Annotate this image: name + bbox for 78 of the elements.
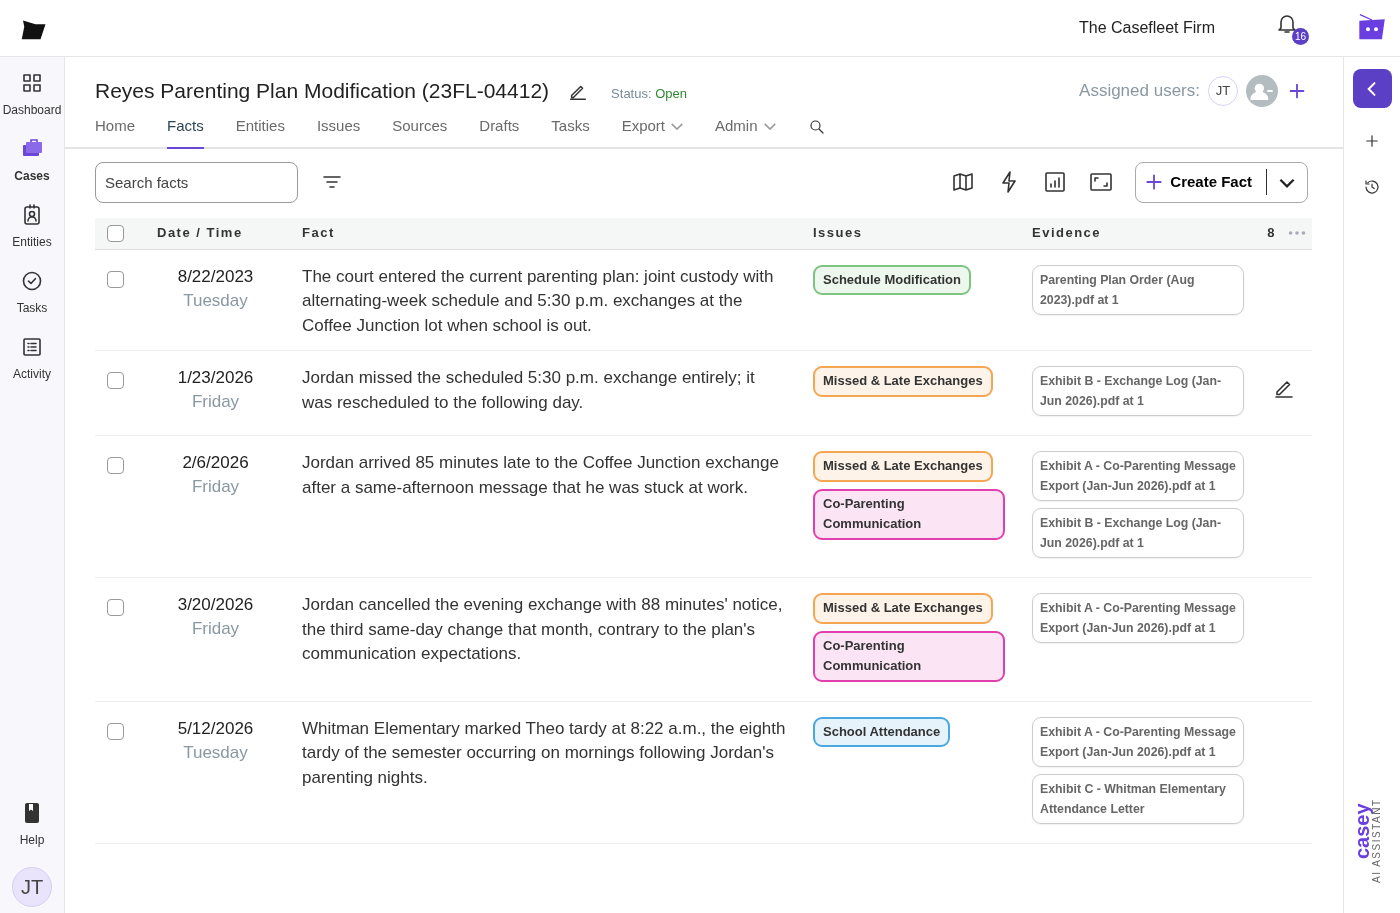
create-fact-split-button[interactable]: Create Fact (1135, 161, 1308, 203)
search-icon[interactable] (807, 117, 826, 136)
row-checkbox[interactable] (107, 372, 124, 389)
tab[interactable]: Export (621, 107, 683, 149)
case-title: Reyes Parenting Plan Modification (23FL-04412) (95, 78, 550, 104)
row-checkbox[interactable] (107, 722, 124, 740)
evidence-link[interactable]: Exhibit A - Co-Parenting Message Export (Jan-Jun 2026).pdf at 1 (1032, 451, 1244, 501)
tab[interactable]: Admin (715, 107, 776, 149)
fact-text: Jordan missed the scheduled 5:30 p.m. exchange entirely; it was rescheduled to the following day. (302, 367, 756, 414)
map-icon[interactable] (951, 170, 976, 194)
chevron-down-icon (1279, 177, 1295, 188)
evidence-link[interactable]: Exhibit A - Co-Parenting Message Export (Jan-Jun 2026).pdf at 1 (1032, 716, 1244, 767)
fact-text: Jordan cancelled the evening exchange with 88 minutes' notice, the third same-day change that month, contrary to the plan's communication expectations. (302, 594, 784, 665)
user-avatar[interactable]: JT (12, 867, 52, 907)
tab[interactable]: Tasks (551, 107, 590, 149)
fact-date: 3/20/2026 (176, 594, 255, 616)
help-link[interactable]: Help (19, 801, 45, 849)
firm-name: The Casefleet Firm (1078, 18, 1215, 38)
search-field[interactable]: Search facts (95, 161, 298, 203)
sidebar-item[interactable]: Activity (13, 335, 51, 383)
issue-tag[interactable]: Missed & Late Exchanges (813, 593, 993, 624)
evidence-link[interactable]: Exhibit C - Whitman Elementary Attendance Letter (1032, 773, 1244, 824)
evidence-link[interactable]: Parenting Plan Order (Aug 2023).pdf at 1 (1032, 264, 1244, 315)
tab[interactable]: Drafts (479, 107, 520, 149)
notification-count: 16 (1292, 28, 1309, 45)
fact-weekday: Tuesday (182, 289, 249, 312)
fact-date: 1/23/2026 (176, 367, 255, 389)
sidebar-item[interactable]: Dashboard (2, 71, 62, 119)
fact-weekday: Friday (190, 391, 241, 413)
fact-count: 8 (1267, 224, 1276, 243)
assistant-subtitle: AI ASSISTANT (1372, 798, 1382, 883)
fact-text: Jordan arrived 85 minutes late to the Coffee Junction exchange after a same-afternoon message that he was stuck at work. (302, 452, 780, 499)
check-circle-icon (20, 269, 44, 293)
create-fact-button[interactable]: Create Fact (1136, 169, 1267, 195)
plus-icon[interactable] (1363, 132, 1381, 150)
tab[interactable]: Issues (316, 107, 361, 149)
assigned-users-label: Assigned users: (1079, 80, 1200, 103)
row-checkbox[interactable] (107, 457, 124, 474)
issue-tag[interactable]: Missed & Late Exchanges (813, 451, 993, 482)
issue-tag[interactable]: School Attendance (813, 716, 951, 747)
evidence-link[interactable]: Exhibit B - Exchange Log (Jan-Jun 2026).pdf at 1 (1032, 508, 1244, 558)
evidence-link[interactable]: Exhibit A - Co-Parenting Message Export (Jan-Jun 2026).pdf at 1 (1032, 593, 1244, 643)
evidence-link[interactable]: Exhibit B - Exchange Log (Jan-Jun 2026).pdf at 1 (1032, 366, 1244, 416)
row-checkbox[interactable] (107, 599, 124, 616)
column-header: Issues (813, 225, 863, 241)
sidebar-item[interactable]: Entities (12, 203, 52, 251)
assistant-name[interactable]: casey (1352, 803, 1372, 859)
row-checkbox[interactable] (107, 270, 124, 288)
column-header: Fact (302, 225, 335, 241)
issue-tag[interactable]: Co-Parenting Communication (813, 488, 1005, 540)
fact-weekday: Tuesday (182, 741, 249, 764)
fact-weekday: Friday (190, 618, 241, 640)
fact-weekday: Friday (190, 476, 241, 498)
tab[interactable]: Home (95, 107, 135, 149)
tab[interactable]: Sources (392, 107, 448, 149)
history-icon[interactable] (1363, 178, 1381, 196)
column-header: Evidence (1032, 225, 1102, 241)
column-header: Date / Time (157, 225, 243, 241)
issue-tag[interactable]: Co-Parenting Communication (813, 630, 1005, 682)
issue-tag[interactable]: Missed & Late Exchanges (813, 366, 993, 397)
tab[interactable]: Facts (167, 107, 204, 149)
sidebar-item[interactable]: Tasks (16, 269, 48, 317)
fullscreen-icon[interactable] (1089, 170, 1114, 194)
issue-tag[interactable]: Schedule Modification (813, 264, 971, 295)
sidebar-item[interactable]: Cases (14, 137, 50, 185)
select-all-checkbox[interactable] (107, 224, 124, 242)
fact-text: Whitman Elementary marked Theo tardy at 8:22 a.m., the eighth tardy of the semester occurring on mornings following Jordan's parenting nights. (302, 717, 786, 789)
chart-icon[interactable] (1043, 170, 1068, 194)
fact-text: The court entered the current parenting plan: joint custody with alternating-week schedule and 5:30 p.m. exchanges at the Coffee Junction lot when school is out. (302, 265, 775, 337)
collapse-button[interactable] (1352, 69, 1392, 108)
fact-date: 2/6/2026 (181, 452, 250, 474)
fact-date: 8/22/2023 (176, 265, 255, 288)
list-icon (20, 335, 44, 359)
tab[interactable]: Entities (235, 107, 285, 149)
notifications-button[interactable]: 16 (1275, 11, 1309, 45)
fact-date: 5/12/2026 (176, 717, 255, 740)
grid-icon (20, 71, 44, 95)
case-status: Status: Open (611, 85, 687, 104)
